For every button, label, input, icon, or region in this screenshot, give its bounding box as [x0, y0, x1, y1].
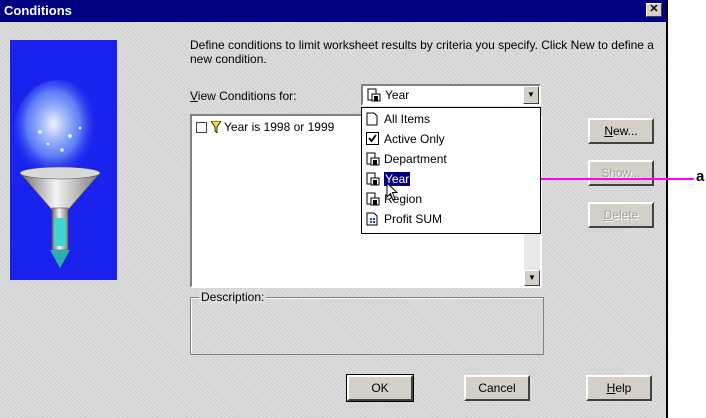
- new-button[interactable]: New...: [588, 118, 654, 144]
- dropdown-option-all-items[interactable]: All Items: [364, 110, 538, 128]
- checkbox-checked-icon: [366, 132, 379, 148]
- funnel-icon: [210, 120, 222, 136]
- delete-button[interactable]: Delete: [588, 202, 654, 228]
- view-conditions-label: View Conditions for:: [190, 89, 297, 103]
- folder-item-icon: [366, 172, 380, 189]
- callout-label: a: [696, 168, 705, 185]
- description-label: Description:: [199, 290, 267, 304]
- condition-checkbox[interactable]: [196, 122, 207, 133]
- list-item[interactable]: Year is 1998 or 1999: [196, 120, 334, 136]
- conditions-dialog: Conditions ✕ Define conditions to limit …: [0, 0, 668, 418]
- view-conditions-select[interactable]: Year ▼: [361, 84, 541, 106]
- cancel-button[interactable]: Cancel: [464, 375, 530, 401]
- dropdown-option-active-only[interactable]: Active Only: [364, 130, 538, 148]
- view-conditions-dropdown[interactable]: All Items Active Only Department Year Re…: [361, 107, 541, 234]
- document-icon: [366, 112, 379, 129]
- funnel-image: [13, 80, 103, 268]
- chevron-down-icon[interactable]: ▼: [523, 86, 539, 104]
- scroll-down-icon[interactable]: ▼: [524, 270, 540, 286]
- window-title: Conditions: [4, 3, 72, 18]
- funnel-illustration: [10, 40, 117, 280]
- folder-item-icon: [367, 88, 381, 105]
- close-button[interactable]: ✕: [646, 3, 662, 17]
- calculation-icon: [366, 212, 380, 229]
- dropdown-option-department[interactable]: Department: [364, 150, 538, 168]
- show-button[interactable]: Show...: [588, 160, 654, 186]
- close-icon: ✕: [649, 3, 659, 15]
- help-button[interactable]: Help: [586, 375, 652, 401]
- ok-button[interactable]: OK: [346, 374, 414, 402]
- mouse-pointer-icon: [386, 181, 400, 205]
- condition-label: Year is 1998 or 1999: [224, 120, 335, 134]
- folder-item-icon: [366, 152, 380, 169]
- title-bar[interactable]: Conditions ✕: [0, 0, 666, 22]
- intro-text: Define conditions to limit worksheet res…: [190, 38, 654, 66]
- dropdown-option-profit-sum[interactable]: Profit SUM: [364, 210, 538, 228]
- description-group: Description:: [190, 290, 544, 355]
- view-conditions-value: Year: [385, 88, 410, 102]
- folder-item-icon: [366, 192, 380, 209]
